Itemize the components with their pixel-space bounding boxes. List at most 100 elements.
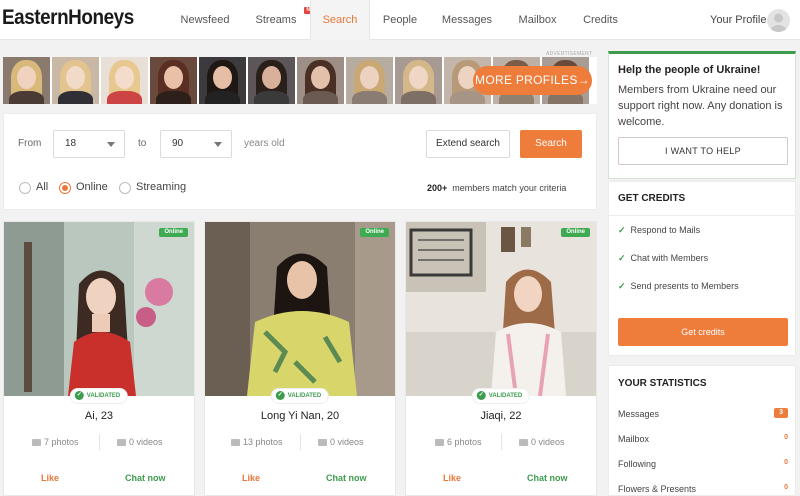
nav-messages[interactable]: Messages [437, 0, 497, 40]
profile-photo[interactable] [205, 222, 395, 396]
check-icon: ✓ [275, 390, 285, 400]
credits-benefit-label: Respond to Mails [630, 225, 701, 235]
profile-thumbnail[interactable] [248, 57, 295, 104]
photo-count-label: 6 photos [447, 437, 482, 447]
age-from-select[interactable]: 18 [53, 130, 125, 158]
profile-thumbnail[interactable] [101, 57, 148, 104]
stat-row-following[interactable]: Following 0 [618, 459, 788, 469]
stat-row-messages[interactable]: Messages 3 [618, 408, 788, 419]
profile-thumbnail[interactable] [297, 57, 344, 104]
avatar-icon[interactable] [767, 9, 790, 32]
validated-badge: ✓ VALIDATED [271, 389, 329, 403]
profile-name[interactable]: Long Yi Nan, 20 [205, 410, 395, 422]
photo-count-label: 13 photos [243, 437, 283, 447]
nav-newsfeed[interactable]: Newsfeed [172, 0, 238, 40]
chat-now-button[interactable]: Chat now [125, 473, 166, 483]
chevron-down-icon [214, 142, 222, 147]
stat-row-mailbox[interactable]: Mailbox 0 [618, 434, 788, 444]
more-profiles-button[interactable]: MORE PROFILES→ [473, 66, 592, 95]
years-old-label: years old [244, 138, 285, 149]
credits-benefit: ✓ Chat with Members [618, 253, 708, 264]
profile-card[interactable]: Online ✓ VALIDATED Jiaqi, 22 6 photos 0 v… [405, 221, 597, 496]
credits-benefit: ✓ Send presents to Members [618, 281, 739, 292]
brand-logo[interactable]: EasternHoneys [2, 6, 134, 30]
stat-value: 3 [774, 408, 788, 418]
like-button[interactable]: Like [242, 473, 260, 483]
radio-streaming-label[interactable]: Streaming [136, 181, 186, 193]
search-button[interactable]: Search [520, 130, 582, 158]
i-want-to-help-button[interactable]: I WANT TO HELP [618, 137, 788, 165]
stat-value: 0 [784, 484, 788, 491]
profile-thumbnail[interactable] [150, 57, 197, 104]
like-button[interactable]: Like [41, 473, 59, 483]
profile-thumbnail[interactable] [395, 57, 442, 104]
your-profile-link[interactable]: Your Profile [710, 0, 766, 40]
radio-all[interactable] [19, 182, 31, 194]
chat-now-button[interactable]: Chat now [527, 473, 568, 483]
stat-row-flowers-presents[interactable]: Flowers & Presents 0 [618, 484, 788, 494]
profile-card[interactable]: Online ✓ VALIDATED Ai, 23 7 photos 0 vide… [3, 221, 195, 496]
get-credits-button[interactable]: Get credits [618, 318, 788, 346]
get-credits-title: GET CREDITS [618, 193, 686, 204]
profile-name[interactable]: Ai, 23 [4, 410, 194, 422]
radio-online-label[interactable]: Online [76, 181, 108, 193]
nav-streams[interactable]: StreamsNEW [246, 0, 320, 40]
to-label: to [138, 138, 147, 149]
statistics-title: YOUR STATISTICS [618, 378, 707, 389]
match-count-text: 200+ members match your criteria [427, 183, 566, 193]
video-count-label: 0 videos [129, 437, 163, 447]
photo-icon [231, 439, 240, 447]
get-credits-box: GET CREDITS ✓ Respond to Mails ✓ Chat with… [608, 181, 796, 356]
stat-label: Mailbox [618, 434, 650, 444]
photo-count: 7 photos [32, 437, 79, 447]
like-button[interactable]: Like [443, 473, 461, 483]
stat-label: Messages [618, 409, 660, 419]
validated-badge: ✓ VALIDATED [70, 389, 128, 403]
online-badge: Online [360, 228, 389, 237]
credits-benefit-label: Send presents to Members [630, 281, 739, 291]
divider [609, 215, 795, 216]
video-count-label: 0 videos [330, 437, 364, 447]
radio-online[interactable] [59, 182, 71, 194]
profile-thumbnail[interactable] [52, 57, 99, 104]
profile-thumbnail[interactable] [346, 57, 393, 104]
chat-now-button[interactable]: Chat now [326, 473, 367, 483]
radio-streaming[interactable] [119, 182, 131, 194]
photo-icon [32, 439, 41, 447]
validated-label: VALIDATED [287, 393, 322, 399]
nav-mailbox[interactable]: Mailbox [510, 0, 565, 40]
credits-benefit-label: Chat with Members [630, 253, 709, 263]
nav-search[interactable]: Search [310, 0, 370, 40]
profile-thumbnail[interactable] [199, 57, 246, 104]
validated-badge: ✓ VALIDATED [472, 389, 530, 403]
online-badge: Online [159, 228, 188, 237]
online-badge: Online [561, 228, 590, 237]
profile-photo[interactable] [406, 222, 596, 396]
ukraine-support-box: Help the people of Ukraine! Members from… [608, 51, 796, 179]
video-icon [519, 439, 528, 447]
credits-benefit: ✓ Respond to Mails [618, 225, 700, 236]
nav-people[interactable]: People [375, 0, 425, 40]
profile-card[interactable]: Online ✓ VALIDATED Long Yi Nan, 20 13 pho… [204, 221, 396, 496]
profile-photo[interactable] [4, 222, 194, 396]
extend-search-button[interactable]: Extend search [426, 130, 510, 158]
check-icon: ✓ [618, 253, 626, 263]
nav-streams-label: Streams [255, 14, 297, 26]
check-icon: ✓ [476, 390, 486, 400]
match-count: 200+ [427, 183, 448, 193]
stat-label: Following [618, 459, 657, 469]
photo-count: 13 photos [231, 437, 283, 447]
age-from-value: 18 [65, 138, 77, 149]
chevron-down-icon [107, 142, 115, 147]
age-to-select[interactable]: 90 [160, 130, 232, 158]
match-text: members match your criteria [452, 183, 567, 193]
photo-icon [435, 439, 444, 447]
nav-credits[interactable]: Credits [578, 0, 623, 40]
check-icon: ✓ [618, 225, 626, 235]
radio-all-label[interactable]: All [36, 181, 48, 193]
top-nav: EasternHoneys Newsfeed StreamsNEW Search… [0, 0, 800, 40]
profile-name[interactable]: Jiaqi, 22 [406, 410, 596, 422]
video-count-label: 0 videos [531, 437, 565, 447]
profile-thumbnail[interactable] [3, 57, 50, 104]
photo-count-label: 7 photos [44, 437, 79, 447]
